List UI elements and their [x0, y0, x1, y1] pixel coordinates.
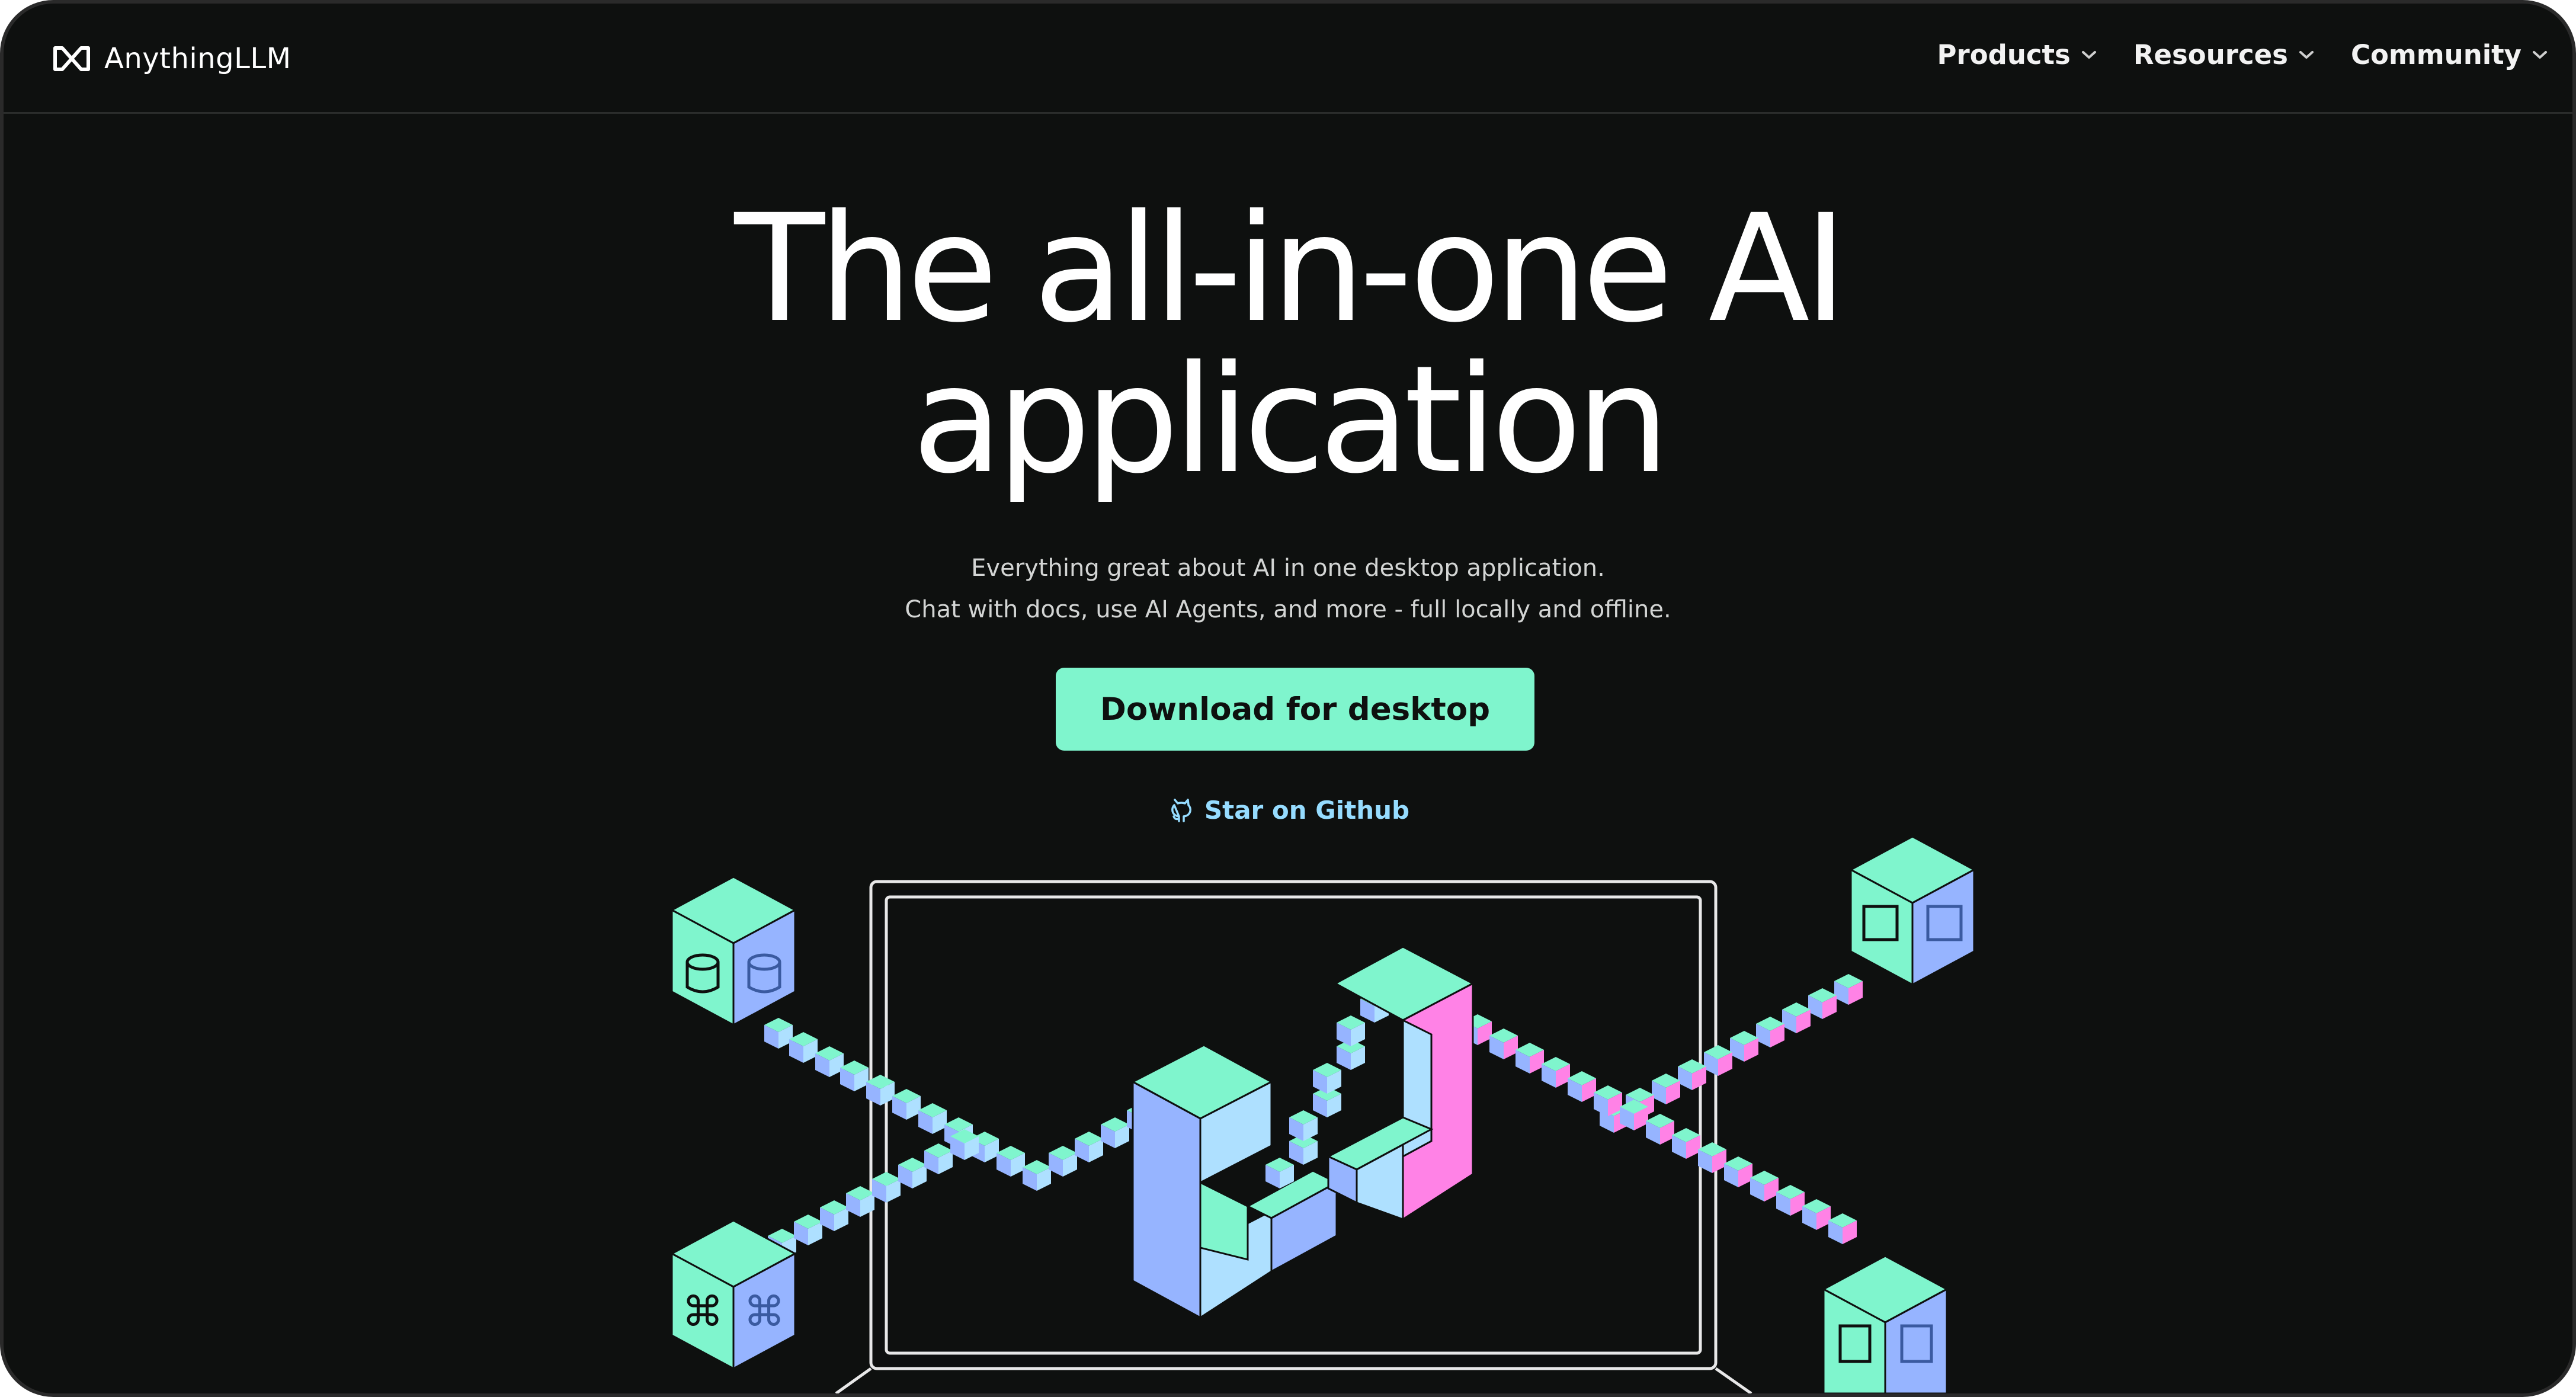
code-file-cube [1821, 1255, 1949, 1393]
svg-text:⌘: ⌘ [682, 1287, 723, 1336]
connector-chain-bottom-right [1437, 1000, 1857, 1244]
svg-text:⌘: ⌘ [744, 1287, 785, 1336]
app-window: AnythingLLM Products Resources Community [0, 0, 2576, 1397]
central-logo-3d [1130, 946, 1475, 1319]
document-cube [1848, 835, 1976, 986]
command-cube: ⌘ ⌘ [669, 1219, 797, 1370]
hero-illustration: ⌘ ⌘ [669, 835, 1976, 1393]
database-cube [669, 876, 797, 1027]
